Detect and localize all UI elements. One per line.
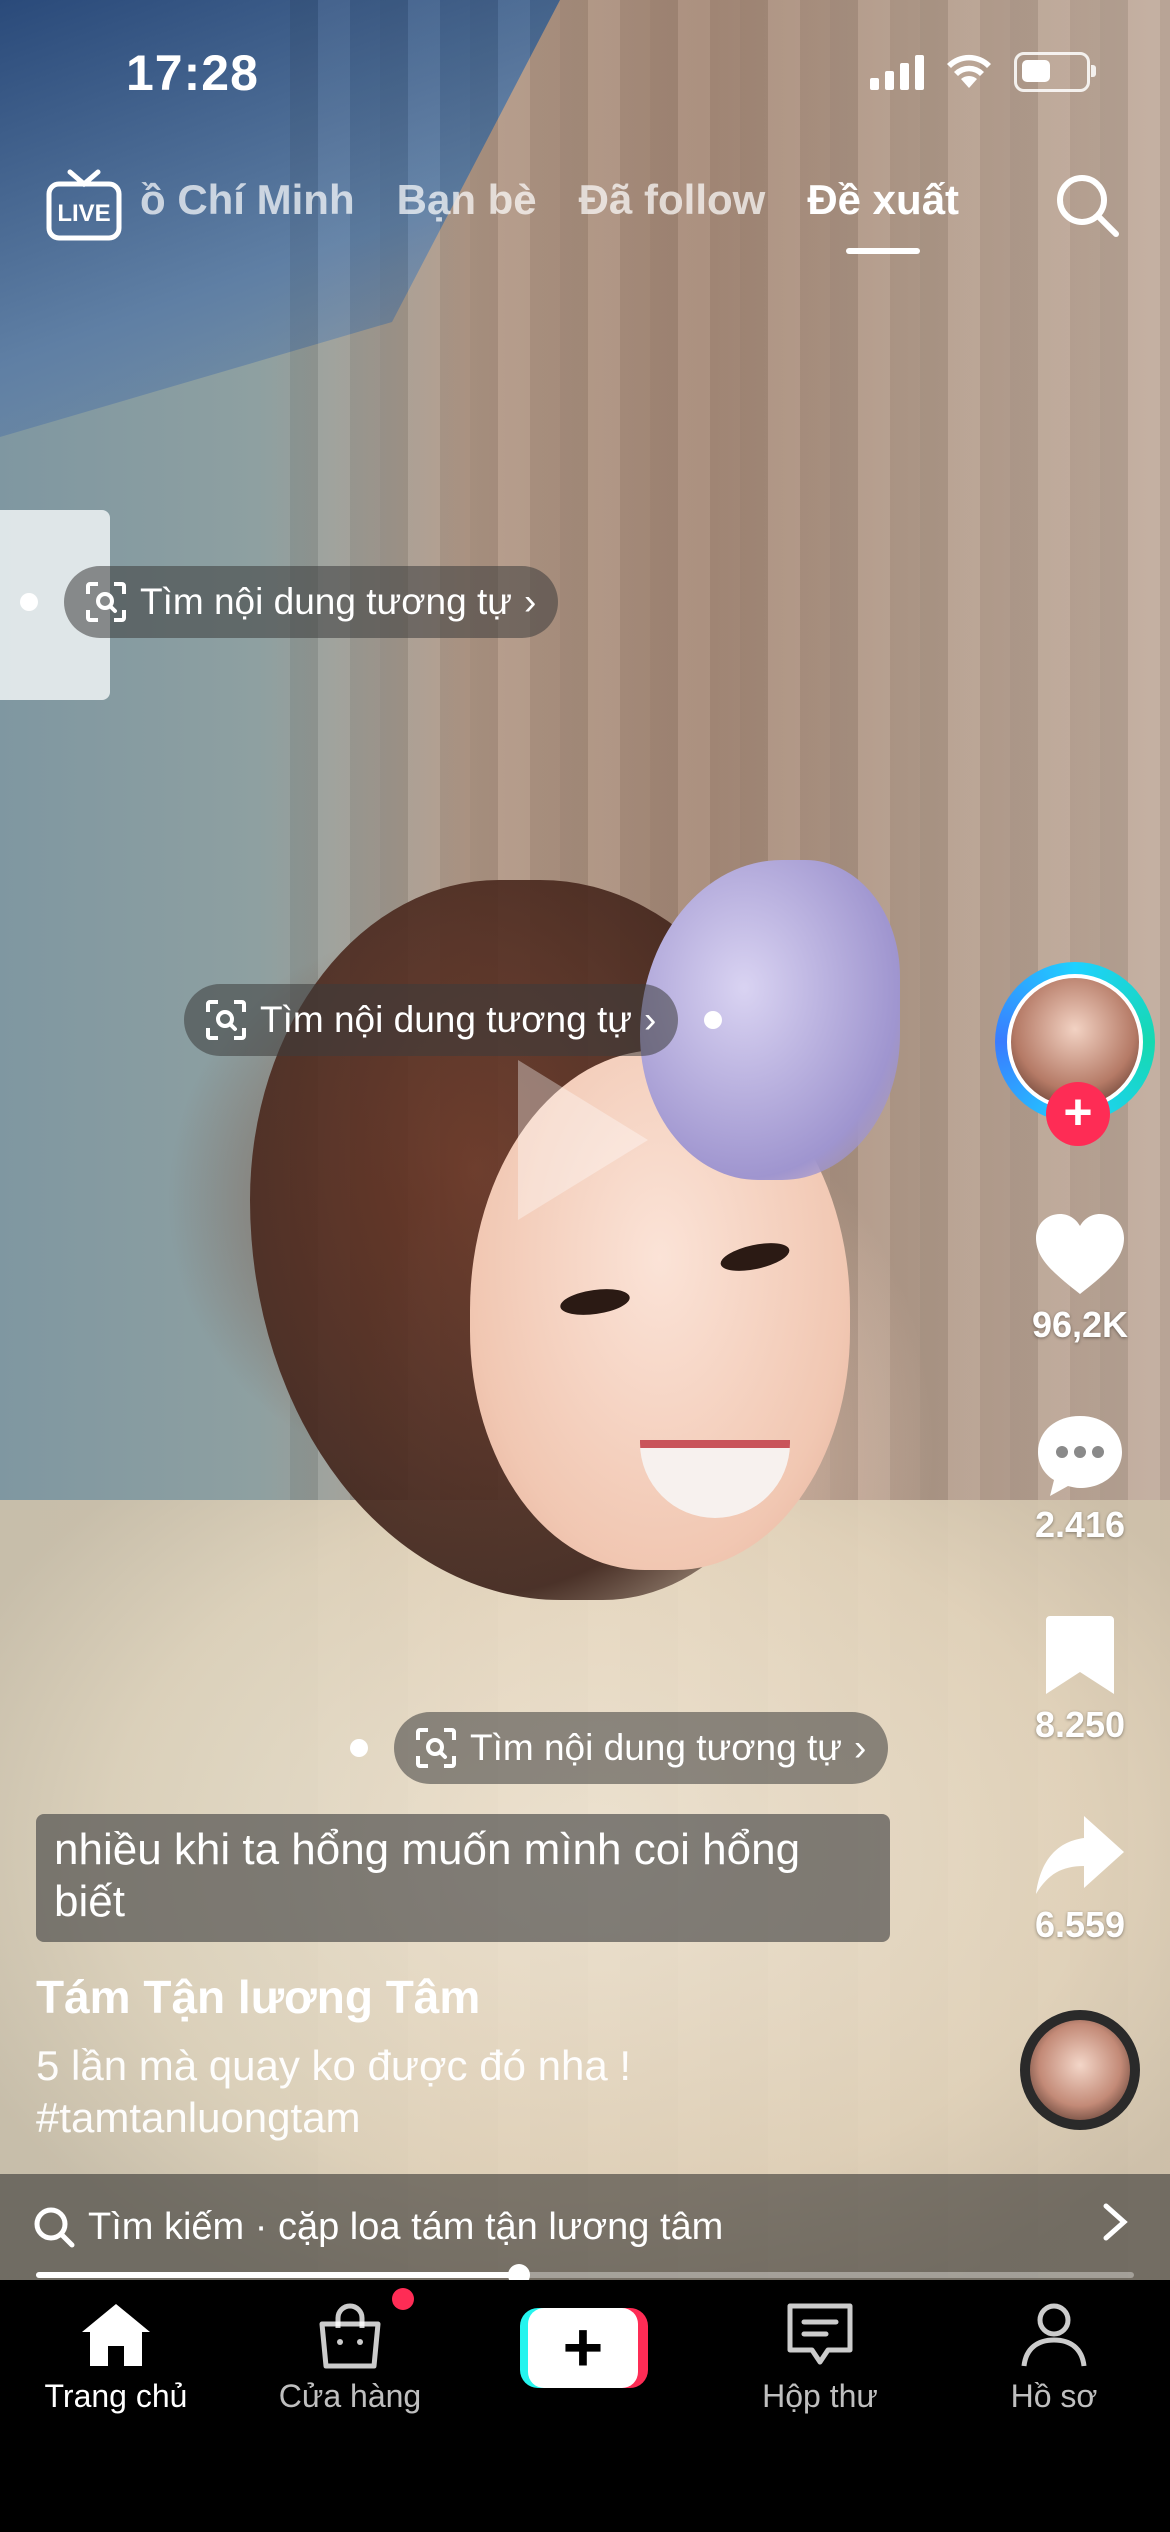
chevron-right-icon: › bbox=[524, 581, 537, 622]
find-similar-pill[interactable]: Tìm nội dung tương tự › bbox=[20, 566, 559, 638]
search-icon bbox=[34, 2207, 75, 2248]
scan-icon bbox=[206, 1000, 246, 1040]
pill-anchor-dot bbox=[350, 1739, 368, 1757]
follow-button[interactable]: + bbox=[1046, 1082, 1110, 1146]
share-arrow-icon bbox=[1036, 1816, 1124, 1894]
profile-icon bbox=[1021, 2303, 1087, 2367]
nav-shop-label: Cửa hàng bbox=[278, 2378, 422, 2414]
comment-button[interactable]: 2.416 bbox=[1010, 1412, 1150, 1546]
plus-icon: + bbox=[528, 2308, 638, 2388]
tab-ho-chi-minh[interactable]: ồ Chí Minh bbox=[140, 176, 355, 224]
status-time: 17:28 bbox=[126, 45, 259, 101]
comment-icon bbox=[1038, 1416, 1122, 1496]
battery-icon bbox=[1014, 52, 1096, 92]
search-suggestion-text: Tìm kiếm · cặp loa tám tận lương tâm bbox=[88, 2205, 724, 2248]
home-icon bbox=[82, 2304, 150, 2366]
tab-for-you[interactable]: Đề xuất bbox=[807, 176, 959, 224]
music-disc-icon[interactable] bbox=[1020, 2010, 1140, 2130]
svg-text:LIVE: LIVE bbox=[57, 200, 110, 227]
video-text-sticker: nhiều khi ta hổng muốn mình coi hổng biế… bbox=[36, 1814, 890, 1942]
shop-notification-badge bbox=[392, 2288, 414, 2310]
playback-progress-bar[interactable] bbox=[36, 2264, 1134, 2286]
cellular-signal-icon bbox=[870, 54, 924, 90]
author-name[interactable]: Tám Tận lương Tâm bbox=[36, 1970, 480, 2024]
status-icons bbox=[870, 52, 1096, 92]
chevron-right-icon: › bbox=[644, 999, 657, 1040]
chevron-right-icon bbox=[1103, 2203, 1128, 2241]
share-button[interactable]: 6.559 bbox=[1010, 1812, 1150, 1946]
find-similar-label: Tìm nội dung tương tự bbox=[470, 1727, 843, 1768]
nav-profile-label: Hồ sơ bbox=[1010, 2378, 1098, 2414]
top-tabs: ồ Chí Minh Bạn bè Đã follow Đề xuất bbox=[140, 176, 959, 224]
play-icon[interactable] bbox=[518, 1060, 648, 1220]
nav-home[interactable]: Trang chủ bbox=[6, 2300, 226, 2415]
shopping-bag-icon bbox=[319, 2303, 381, 2369]
chevron-right-icon: › bbox=[854, 1727, 867, 1768]
tab-following[interactable]: Đã follow bbox=[579, 176, 766, 224]
save-count: 8.250 bbox=[1034, 1704, 1126, 1745]
search-icon[interactable] bbox=[1052, 170, 1122, 240]
search-suggestion-bar[interactable]: Tìm kiếm · cặp loa tám tận lương tâm bbox=[0, 2174, 1170, 2280]
tab-friends[interactable]: Bạn bè bbox=[397, 176, 537, 224]
create-button[interactable]: + bbox=[520, 2308, 648, 2388]
nav-inbox-label: Hộp thư bbox=[762, 2378, 878, 2414]
playback-progress-fill bbox=[36, 2272, 520, 2278]
description-text: 5 lần mà quay ko được đó nha ! bbox=[36, 2042, 632, 2089]
find-similar-label: Tìm nội dung tương tự bbox=[260, 999, 633, 1040]
nav-home-label: Trang chủ bbox=[44, 2378, 188, 2414]
like-count: 96,2K bbox=[1031, 1304, 1129, 1345]
hashtag-link[interactable]: #tamtanluongtam bbox=[36, 2092, 856, 2144]
share-count: 6.559 bbox=[1034, 1904, 1126, 1945]
nav-inbox[interactable]: Hộp thư bbox=[710, 2300, 930, 2415]
heart-icon bbox=[1036, 1214, 1124, 1294]
scan-icon bbox=[416, 1728, 456, 1768]
video-description: 5 lần mà quay ko được đó nha ! #tamtanlu… bbox=[36, 2040, 856, 2144]
live-icon[interactable]: LIVE bbox=[46, 168, 122, 242]
like-button[interactable]: 96,2K bbox=[1010, 1212, 1150, 1346]
find-similar-pill[interactable]: Tìm nội dung tương tự › bbox=[184, 984, 723, 1056]
comment-count: 2.416 bbox=[1034, 1504, 1126, 1545]
inbox-icon bbox=[787, 2303, 853, 2365]
pill-anchor-dot bbox=[20, 593, 38, 611]
scan-icon bbox=[86, 582, 126, 622]
find-similar-label: Tìm nội dung tương tự bbox=[140, 581, 513, 622]
bookmark-icon bbox=[1046, 1616, 1114, 1694]
nav-profile[interactable]: Hồ sơ bbox=[944, 2300, 1164, 2415]
wifi-icon bbox=[947, 54, 991, 88]
save-button[interactable]: 8.250 bbox=[1010, 1612, 1150, 1746]
find-similar-pill[interactable]: Tìm nội dung tương tự › bbox=[350, 1712, 889, 1784]
nav-shop[interactable]: Cửa hàng bbox=[240, 2300, 460, 2415]
